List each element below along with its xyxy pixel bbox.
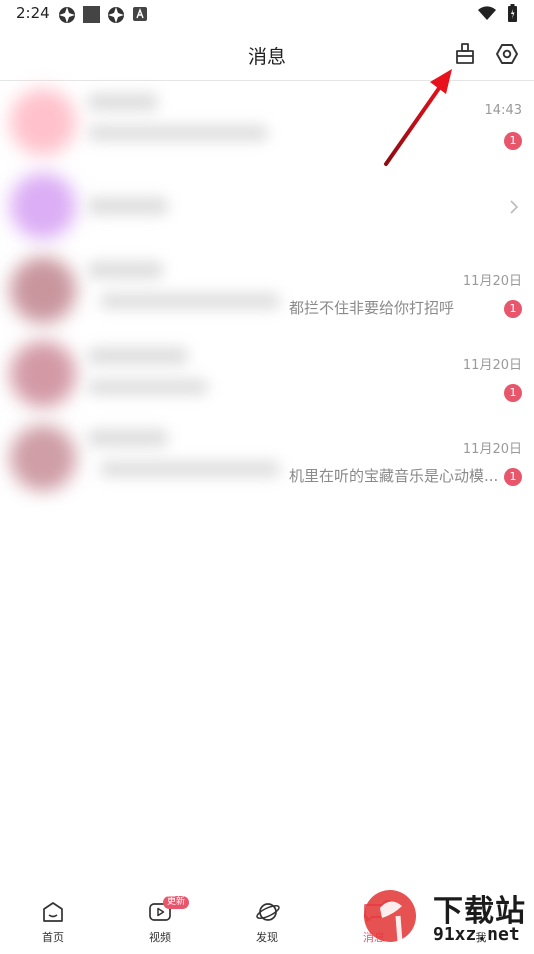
hexagon-gear-icon <box>496 44 518 64</box>
avatar <box>10 257 76 323</box>
nav-video[interactable]: 更新 视频 <box>125 892 195 950</box>
blurred-preview <box>100 293 280 309</box>
unread-badge: 1 <box>504 384 522 402</box>
blurred-name <box>88 347 188 365</box>
avatar <box>10 341 76 407</box>
message-time: 11月20日 <box>462 358 522 373</box>
planet-icon <box>256 903 280 921</box>
status-bar: 2:24 <box>0 0 534 28</box>
blurred-preview <box>88 379 208 395</box>
nav-video-label: 视频 <box>149 931 171 944</box>
chevron-right-icon <box>510 200 519 214</box>
battery-icon <box>508 4 517 22</box>
settings-button[interactable] <box>494 41 522 69</box>
message-row[interactable] <box>0 165 534 249</box>
message-preview: 都拦不住非要给你打招呼 <box>289 299 455 317</box>
square-notification-icon <box>83 6 100 23</box>
message-row[interactable]: 11月20日 机里在听的宝藏音乐是心动模... 1 <box>0 417 534 501</box>
unread-badge: 1 <box>504 300 522 318</box>
annotation-arrow <box>384 69 452 166</box>
avatar <box>10 89 76 155</box>
nav-discover-label: 发现 <box>256 931 278 944</box>
nav-home[interactable]: 首页 <box>18 892 88 950</box>
blurred-name <box>88 429 168 447</box>
avatar <box>10 173 76 239</box>
site-watermark: 下载站 91xz.net <box>360 882 534 950</box>
watermark-url: 91xz.net <box>433 924 520 945</box>
blurred-name <box>88 261 163 279</box>
message-time: 11月20日 <box>462 442 522 457</box>
nav-discover[interactable]: 发现 <box>232 892 302 950</box>
blurred-name <box>88 93 158 111</box>
message-preview: 机里在听的宝藏音乐是心动模... <box>289 467 499 485</box>
wifi-icon <box>478 6 496 20</box>
message-time: 11月20日 <box>462 274 522 289</box>
blurred-preview <box>100 461 280 477</box>
app-notification-icon-2 <box>108 7 124 23</box>
avatar <box>10 425 76 491</box>
message-row[interactable]: 11月20日 1 <box>0 333 534 417</box>
blurred-preview <box>88 125 268 141</box>
blurred-name <box>88 197 168 215</box>
app-notification-icon <box>59 7 75 23</box>
home-icon <box>43 902 63 922</box>
a-notification-icon <box>133 7 147 21</box>
update-badge: 更新 <box>163 896 190 909</box>
message-time: 14:43 <box>484 103 522 118</box>
status-time: 2:24 <box>16 4 50 22</box>
unread-badge: 1 <box>504 132 522 150</box>
unread-badge: 1 <box>504 468 522 486</box>
nav-home-label: 首页 <box>42 931 64 944</box>
watermark-logo-icon <box>364 890 416 943</box>
message-row[interactable]: 11月20日 都拦不住非要给你打招呼 1 <box>0 249 534 333</box>
